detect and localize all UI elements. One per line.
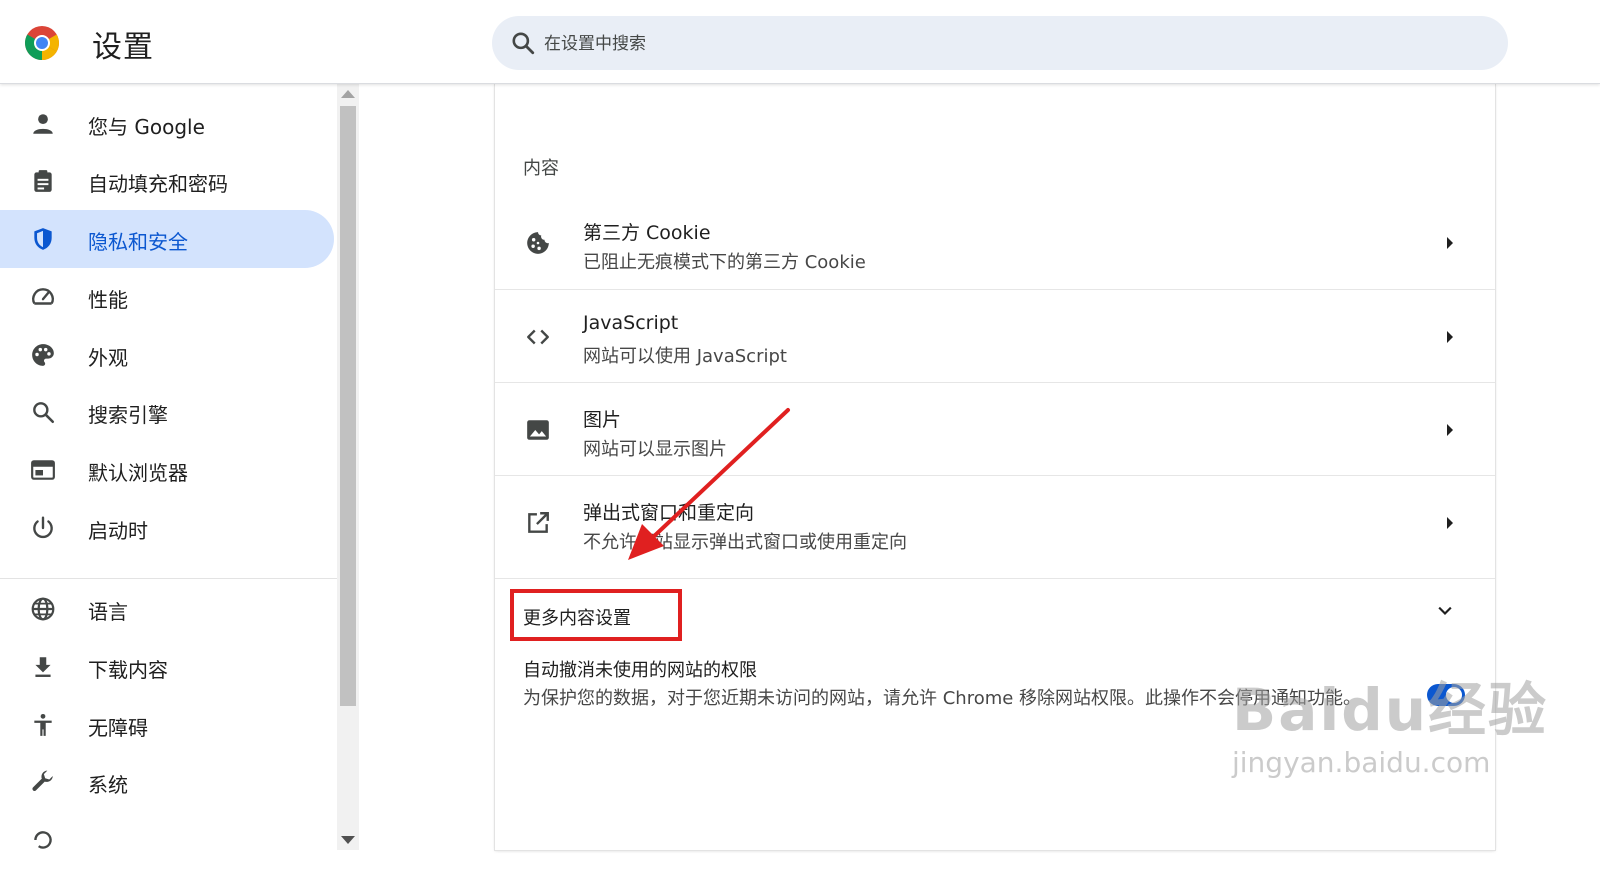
cookie-icon xyxy=(527,232,549,254)
row-subtitle: 不允许网站显示弹出式窗口或使用重定向 xyxy=(583,532,907,553)
sidebar-item-search-engine[interactable]: 搜索引擎 xyxy=(0,383,334,441)
row-title: 第三方 Cookie xyxy=(583,222,711,244)
row-popups-redirects[interactable]: 弹出式窗口和重定向 不允许网站显示弹出式窗口或使用重定向 xyxy=(495,475,1495,570)
wrench-icon xyxy=(32,770,53,791)
accessibility-icon xyxy=(34,713,52,736)
row-javascript[interactable]: JavaScript 网站可以使用 JavaScript xyxy=(495,289,1495,384)
sidebar-item-languages[interactable]: 语言 xyxy=(0,580,334,638)
sidebar-item-label: 无障碍 xyxy=(88,716,148,740)
arrow-right-icon xyxy=(1447,517,1453,529)
row-subtitle: 网站可以显示图片 xyxy=(583,439,727,460)
shield-icon xyxy=(34,228,52,250)
more-content-settings-toggle[interactable]: 更多内容设置 xyxy=(495,578,1495,655)
sidebar: 您与 Google 自动填充和密码 隐私和安全 性能 外观 搜索引擎 默认浏览器… xyxy=(0,84,337,850)
arrow-right-icon xyxy=(1447,424,1453,436)
open-in-new-icon xyxy=(528,512,549,533)
download-icon xyxy=(35,657,51,677)
sidebar-item-label: 语言 xyxy=(88,600,128,624)
person-icon xyxy=(33,114,53,134)
section-title: 内容 xyxy=(523,158,559,179)
auto-revoke-title: 自动撤消未使用的网站的权限 xyxy=(523,660,757,681)
search-icon xyxy=(33,402,55,424)
settings-search[interactable] xyxy=(492,16,1508,72)
sidebar-item-label: 您与 Google xyxy=(88,115,205,139)
speedometer-icon xyxy=(32,288,54,305)
sidebar-divider xyxy=(0,578,337,579)
search-input[interactable] xyxy=(542,16,1446,72)
sidebar-item-system[interactable]: 系统 xyxy=(0,753,334,811)
row-images[interactable]: 图片 网站可以显示图片 xyxy=(495,382,1495,477)
scroll-up-arrow-icon[interactable] xyxy=(341,90,355,98)
watermark-sub: jingyan.baidu.com xyxy=(1232,746,1491,779)
arrow-right-icon xyxy=(1447,237,1453,249)
search-icon xyxy=(512,32,535,55)
scroll-thumb[interactable] xyxy=(340,106,356,706)
row-third-party-cookies[interactable]: 第三方 Cookie 已阻止无痕模式下的第三方 Cookie xyxy=(495,196,1495,290)
browser-icon xyxy=(31,460,55,480)
sidebar-item-autofill[interactable]: 自动填充和密码 xyxy=(0,152,334,210)
reset-icon xyxy=(34,831,52,849)
palette-icon xyxy=(32,344,54,366)
sidebar-item-appearance[interactable]: 外观 xyxy=(0,326,334,384)
sidebar-item-accessibility[interactable]: 无障碍 xyxy=(0,696,334,754)
row-subtitle: 网站可以使用 JavaScript xyxy=(583,346,787,367)
sidebar-item-privacy-security[interactable]: 隐私和安全 xyxy=(0,210,334,268)
sidebar-item-label: 下载内容 xyxy=(88,658,168,682)
code-icon xyxy=(527,329,549,345)
sidebar-item-label: 系统 xyxy=(88,773,128,797)
annotation-highlight-box xyxy=(510,589,682,641)
sidebar-item-label: 启动时 xyxy=(88,519,148,543)
sidebar-item-on-startup[interactable]: 启动时 xyxy=(0,499,334,557)
arrow-right-icon xyxy=(1447,331,1453,343)
sidebar-item-label: 自动填充和密码 xyxy=(88,172,228,196)
page-title: 设置 xyxy=(92,30,154,65)
sidebar-scrollbar[interactable] xyxy=(337,84,359,850)
sidebar-item-you-and-google[interactable]: 您与 Google xyxy=(0,95,334,153)
sidebar-item-reset-partial[interactable] xyxy=(0,811,334,869)
row-title: JavaScript xyxy=(583,312,679,334)
sidebar-item-label: 搜索引擎 xyxy=(88,403,168,427)
globe-icon xyxy=(31,597,55,621)
sidebar-item-performance[interactable]: 性能 xyxy=(0,268,334,326)
sidebar-item-default-browser[interactable]: 默认浏览器 xyxy=(0,441,334,499)
power-icon xyxy=(33,516,53,539)
sidebar-item-downloads[interactable]: 下载内容 xyxy=(0,638,334,696)
sidebar-item-label: 默认浏览器 xyxy=(88,461,188,485)
clipboard-icon xyxy=(34,170,52,192)
scroll-down-arrow-icon[interactable] xyxy=(341,836,355,844)
settings-header: 设置 xyxy=(0,0,1600,84)
chevron-down-icon[interactable] xyxy=(1435,601,1455,621)
row-title: 弹出式窗口和重定向 xyxy=(583,502,755,524)
sidebar-item-label: 外观 xyxy=(88,346,128,370)
sidebar-item-label: 性能 xyxy=(88,288,128,312)
watermark-main: Baidu经验 xyxy=(1232,676,1549,744)
row-title: 图片 xyxy=(583,409,622,431)
watermark: Baidu经验 jingyan.baidu.com xyxy=(1232,680,1548,779)
chrome-logo-icon xyxy=(25,26,59,60)
image-icon xyxy=(527,420,549,440)
sidebar-item-label: 隐私和安全 xyxy=(88,230,188,254)
row-subtitle: 已阻止无痕模式下的第三方 Cookie xyxy=(583,252,866,273)
